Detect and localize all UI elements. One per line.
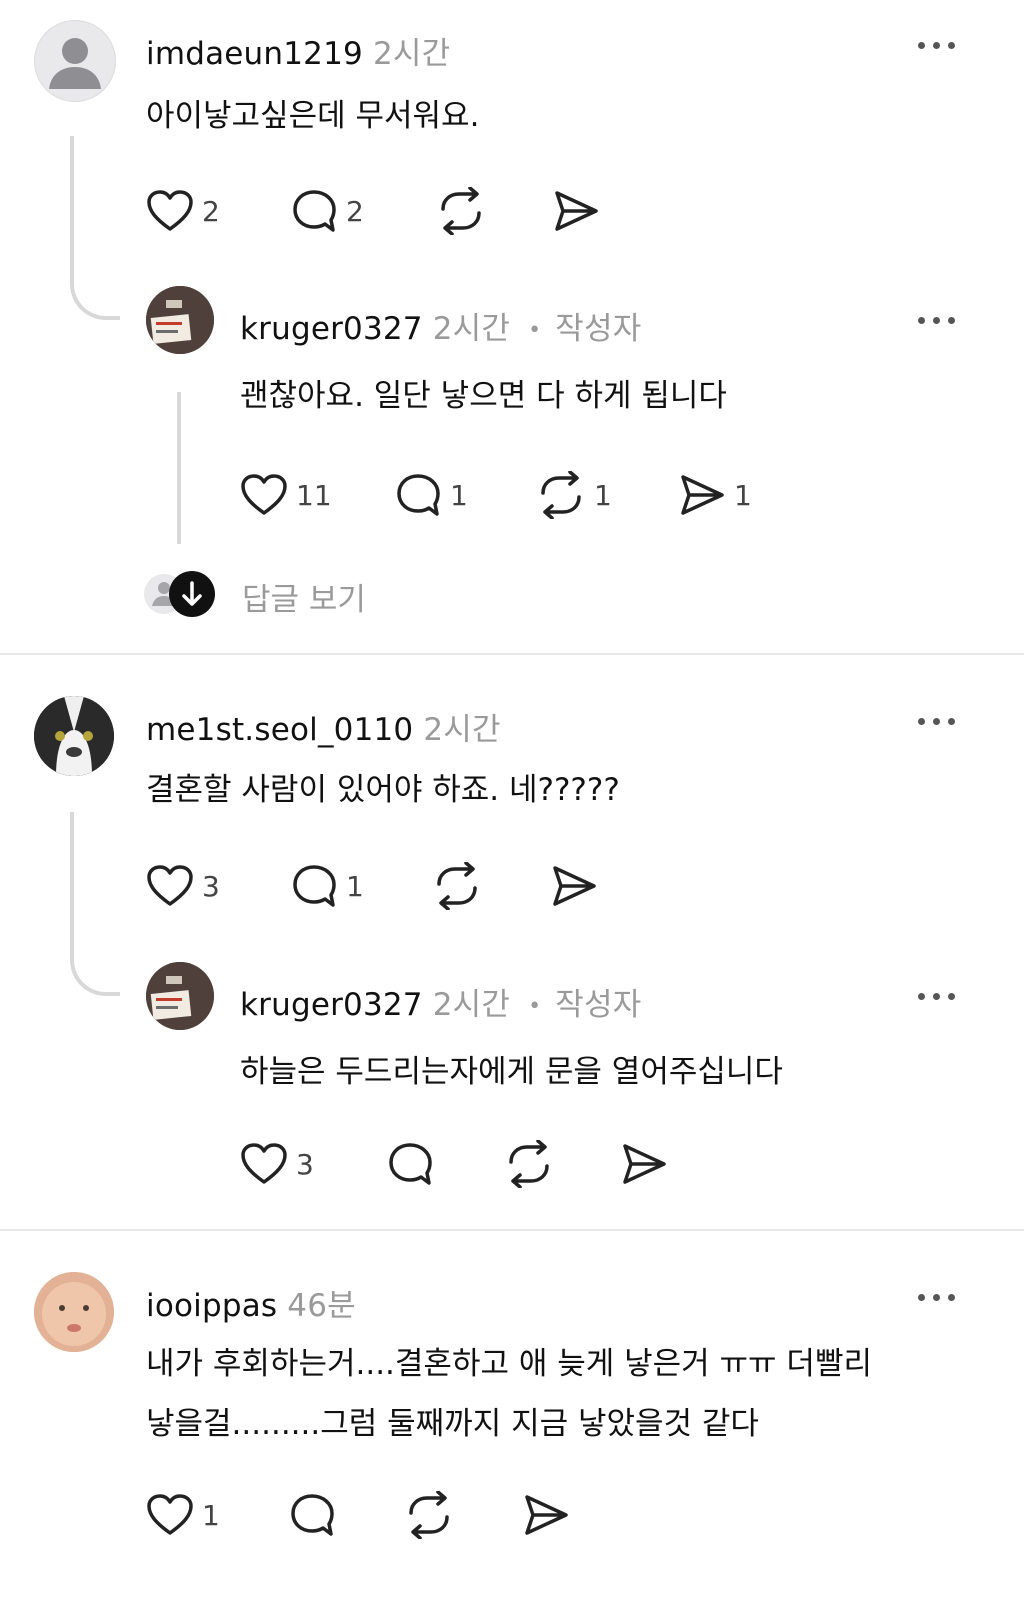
username[interactable]: me1st.seol_0110 [146, 712, 413, 748]
comment-icon [397, 474, 440, 516]
separator-dot: • [528, 318, 542, 343]
comment-header: me1st.seol_0110 2시간 [146, 704, 501, 749]
heart-icon [241, 474, 287, 515]
share-button[interactable]: 1 [678, 470, 752, 520]
thread-connector [70, 136, 120, 320]
repost-count: 1 [594, 478, 612, 512]
timestamp: 2시간 [432, 311, 511, 347]
reply-button[interactable] [288, 1490, 336, 1540]
like-button[interactable]: 3 [240, 1139, 314, 1189]
profile-photo [146, 962, 214, 1030]
like-count: 3 [296, 1147, 314, 1181]
author-badge: 작성자 [555, 987, 642, 1023]
more-icon[interactable] [918, 711, 958, 731]
heart-icon [241, 1143, 287, 1184]
profile-photo [146, 286, 214, 354]
share-button[interactable] [552, 186, 600, 236]
like-count: 1 [202, 1498, 220, 1532]
reply-text: 괜찮아요. 일단 낳으면 다 하게 됩니다 [240, 378, 727, 414]
heart-icon [147, 190, 193, 231]
comment-icon [291, 1494, 334, 1536]
username[interactable]: iooippas [146, 1288, 277, 1324]
repost-button[interactable] [436, 186, 486, 236]
username[interactable]: kruger0327 [240, 987, 423, 1023]
comment-text-line-2: 낳을걸.........그럼 둘째까지 지금 낳았을것 같다 [146, 1406, 759, 1442]
share-icon [623, 1144, 666, 1184]
comment-icon [293, 190, 336, 232]
thread-line [177, 392, 181, 544]
profile-photo [34, 1272, 114, 1352]
separator-dot: • [528, 994, 542, 1019]
more-icon[interactable] [918, 35, 958, 55]
timestamp: 2시간 [372, 36, 451, 72]
share-icon [681, 475, 724, 515]
like-count: 3 [202, 869, 220, 903]
reply-button[interactable]: 1 [290, 861, 364, 911]
heart-icon [147, 865, 193, 906]
divider [0, 1229, 1024, 1231]
avatar[interactable] [146, 286, 214, 354]
like-button[interactable]: 1 [146, 1490, 220, 1540]
repost-icon [509, 1140, 549, 1188]
default-user-icon [49, 38, 101, 89]
comment-header: imdaeun1219 2시간 [146, 28, 450, 73]
reply-header: kruger0327 2시간 • 작성자 [240, 303, 641, 348]
repost-button[interactable]: 1 [536, 470, 612, 520]
repost-button[interactable] [432, 861, 482, 911]
comment-text: 결혼할 사람이 있어야 하죠. 네????? [146, 772, 620, 808]
reply-button[interactable]: 2 [290, 186, 364, 236]
repost-icon [441, 187, 481, 235]
repost-button[interactable] [504, 1139, 554, 1189]
like-count: 2 [202, 194, 220, 228]
share-count: 1 [734, 478, 752, 512]
username[interactable]: imdaeun1219 [146, 36, 363, 72]
repost-icon [437, 862, 477, 910]
share-button[interactable] [522, 1490, 570, 1540]
view-replies-button[interactable]: 답글 보기 [142, 568, 382, 620]
divider [0, 653, 1024, 655]
like-button[interactable]: 2 [146, 186, 220, 236]
like-button[interactable]: 11 [240, 470, 332, 520]
comment-text: 아이낳고싶은데 무서워요. [146, 98, 480, 134]
profile-photo [34, 696, 114, 776]
share-icon [555, 191, 598, 231]
view-replies-label: 답글 보기 [242, 582, 366, 618]
reply-header: kruger0327 2시간 • 작성자 [240, 979, 641, 1024]
avatar[interactable] [34, 1272, 114, 1352]
avatar[interactable] [34, 20, 116, 102]
reply-count: 2 [346, 194, 364, 228]
repost-icon [409, 1491, 449, 1539]
reply-count: 1 [346, 869, 364, 903]
comment-text-line-1: 내가 후회하는거....결혼하고 애 늦게 낳은거 ㅠㅠ 더빨리 [146, 1346, 872, 1382]
reply-button[interactable] [386, 1139, 434, 1189]
like-count: 11 [296, 478, 332, 512]
comment-icon [389, 1143, 432, 1185]
more-icon[interactable] [918, 986, 958, 1006]
share-button[interactable] [550, 861, 598, 911]
like-button[interactable]: 3 [146, 861, 220, 911]
timestamp: 2시간 [423, 712, 501, 748]
repost-button[interactable] [404, 1490, 454, 1540]
arrow-down-icon [169, 571, 215, 617]
more-icon[interactable] [918, 1287, 958, 1307]
comment-icon [293, 865, 336, 907]
reply-button[interactable]: 1 [394, 470, 468, 520]
thread-connector [70, 812, 120, 996]
username[interactable]: kruger0327 [240, 311, 423, 347]
reply-text: 하늘은 두드리는자에게 문을 열어주십니다 [240, 1054, 783, 1090]
author-badge: 작성자 [555, 311, 642, 347]
heart-icon [147, 1494, 193, 1535]
avatar[interactable] [146, 962, 214, 1030]
timestamp: 2시간 [432, 987, 511, 1023]
share-icon [553, 866, 596, 906]
repost-icon [541, 471, 581, 519]
more-icon[interactable] [918, 310, 958, 330]
comment-header: iooippas 46분 [146, 1280, 356, 1325]
share-icon [525, 1495, 568, 1535]
timestamp: 46분 [287, 1288, 356, 1324]
reply-count: 1 [450, 478, 468, 512]
avatar[interactable] [34, 696, 114, 776]
share-button[interactable] [620, 1139, 668, 1189]
